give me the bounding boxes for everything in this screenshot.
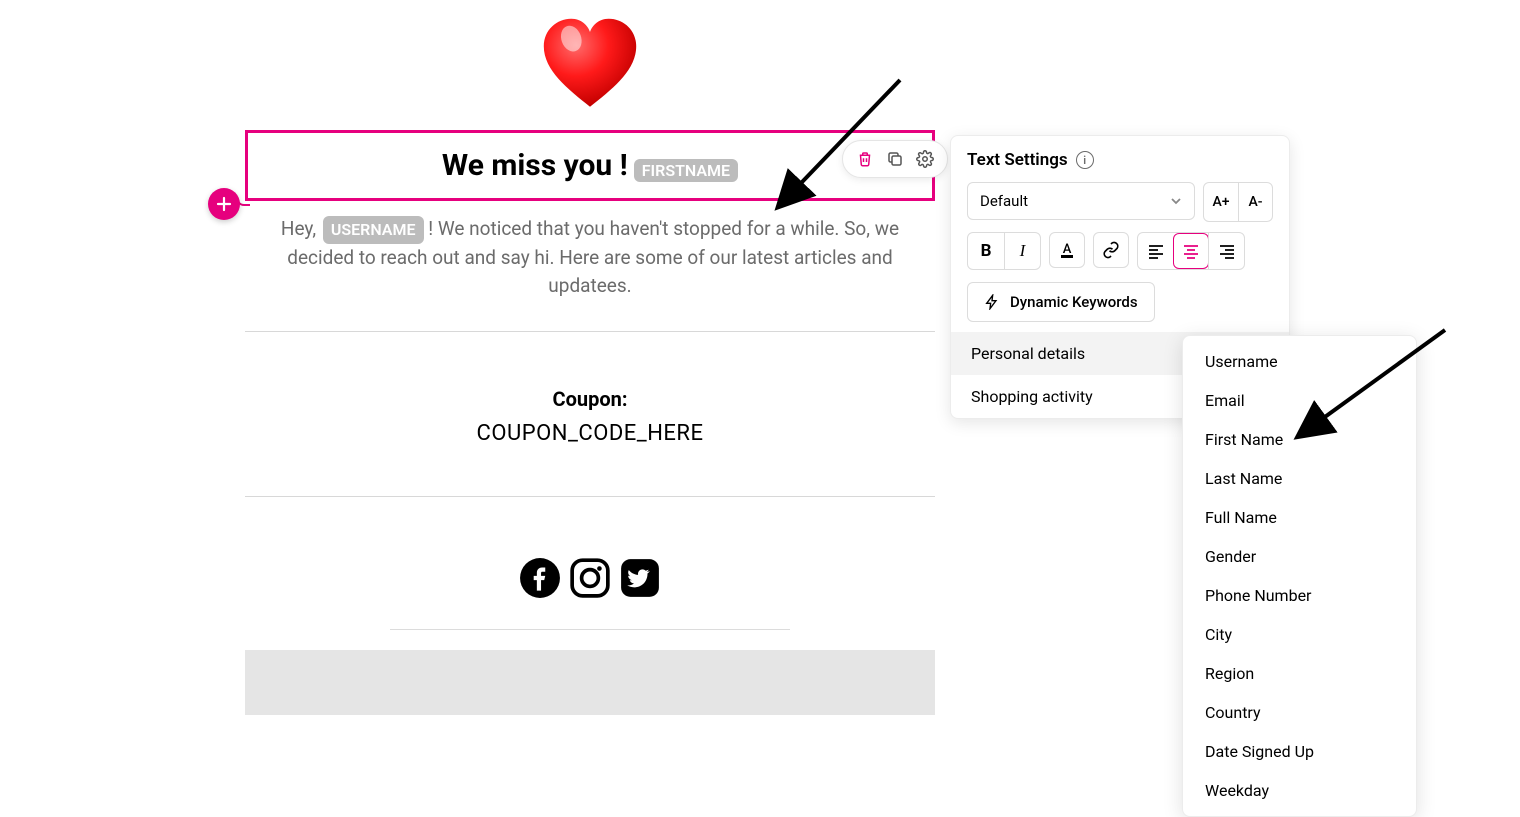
coupon-section[interactable]: Coupon: COUPON_CODE_HERE — [245, 332, 935, 496]
align-center-button[interactable] — [1173, 233, 1209, 269]
keyword-username[interactable]: Username — [1183, 342, 1416, 381]
gear-icon[interactable] — [915, 149, 935, 169]
italic-button[interactable]: I — [1004, 233, 1040, 269]
info-icon[interactable]: i — [1076, 151, 1094, 169]
lightning-icon — [984, 294, 1000, 310]
font-size-group: A+ A- — [1203, 182, 1273, 222]
keyword-city[interactable]: City — [1183, 615, 1416, 654]
keyword-first-name[interactable]: First Name — [1183, 420, 1416, 459]
keyword-region[interactable]: Region — [1183, 654, 1416, 693]
token-firstname[interactable]: FIRSTNAME — [634, 159, 738, 182]
block-actions-pill — [842, 140, 948, 178]
add-block-button[interactable] — [208, 188, 240, 220]
instagram-icon[interactable] — [569, 557, 611, 599]
svg-text:A: A — [1063, 242, 1072, 257]
heading-text: We miss you ! — [442, 148, 628, 183]
token-username[interactable]: USERNAME — [323, 216, 424, 244]
coupon-label: Coupon: — [245, 387, 935, 411]
align-right-button[interactable] — [1208, 233, 1244, 269]
twitter-icon[interactable] — [619, 557, 661, 599]
link-button[interactable] — [1093, 232, 1129, 268]
footer-divider — [390, 629, 790, 630]
copy-icon[interactable] — [885, 149, 905, 169]
keyword-gender[interactable]: Gender — [1183, 537, 1416, 576]
email-canvas: We miss you ! FIRSTNAME Hey, USERNAME ! … — [245, 0, 935, 715]
keyword-country[interactable]: Country — [1183, 693, 1416, 732]
social-row — [245, 497, 935, 629]
footer-placeholder — [245, 650, 935, 715]
font-size-up-button[interactable]: A+ — [1204, 183, 1238, 221]
heading-block[interactable]: We miss you ! FIRSTNAME — [245, 130, 935, 201]
body-paragraph[interactable]: Hey, USERNAME ! We noticed that you have… — [245, 209, 935, 331]
align-left-button[interactable] — [1138, 233, 1174, 269]
keyword-full-name[interactable]: Full Name — [1183, 498, 1416, 537]
facebook-icon[interactable] — [519, 557, 561, 599]
keywords-dropdown: Username Email First Name Last Name Full… — [1182, 335, 1417, 817]
body-prefix: Hey, — [281, 217, 321, 240]
font-size-down-button[interactable]: A- — [1238, 183, 1272, 221]
text-color-button[interactable]: A — [1049, 232, 1085, 268]
heart-icon — [245, 10, 935, 120]
chevron-down-icon — [1170, 195, 1182, 207]
font-select[interactable]: Default — [967, 182, 1195, 220]
font-select-value: Default — [980, 192, 1028, 210]
coupon-code: COUPON_CODE_HERE — [245, 421, 935, 446]
keyword-last-name[interactable]: Last Name — [1183, 459, 1416, 498]
keyword-date-signed-up[interactable]: Date Signed Up — [1183, 732, 1416, 771]
keyword-weekday[interactable]: Weekday — [1183, 771, 1416, 810]
bold-button[interactable]: B — [968, 233, 1004, 269]
keyword-email[interactable]: Email — [1183, 381, 1416, 420]
delete-icon[interactable] — [855, 149, 875, 169]
settings-header: Text Settings i — [951, 136, 1289, 182]
dynamic-keywords-label: Dynamic Keywords — [1010, 293, 1138, 311]
category-label: Shopping activity — [971, 387, 1093, 406]
keyword-phone-number[interactable]: Phone Number — [1183, 576, 1416, 615]
dynamic-keywords-button[interactable]: Dynamic Keywords — [967, 282, 1155, 322]
settings-title: Text Settings — [967, 150, 1068, 170]
category-label: Personal details — [971, 344, 1085, 363]
